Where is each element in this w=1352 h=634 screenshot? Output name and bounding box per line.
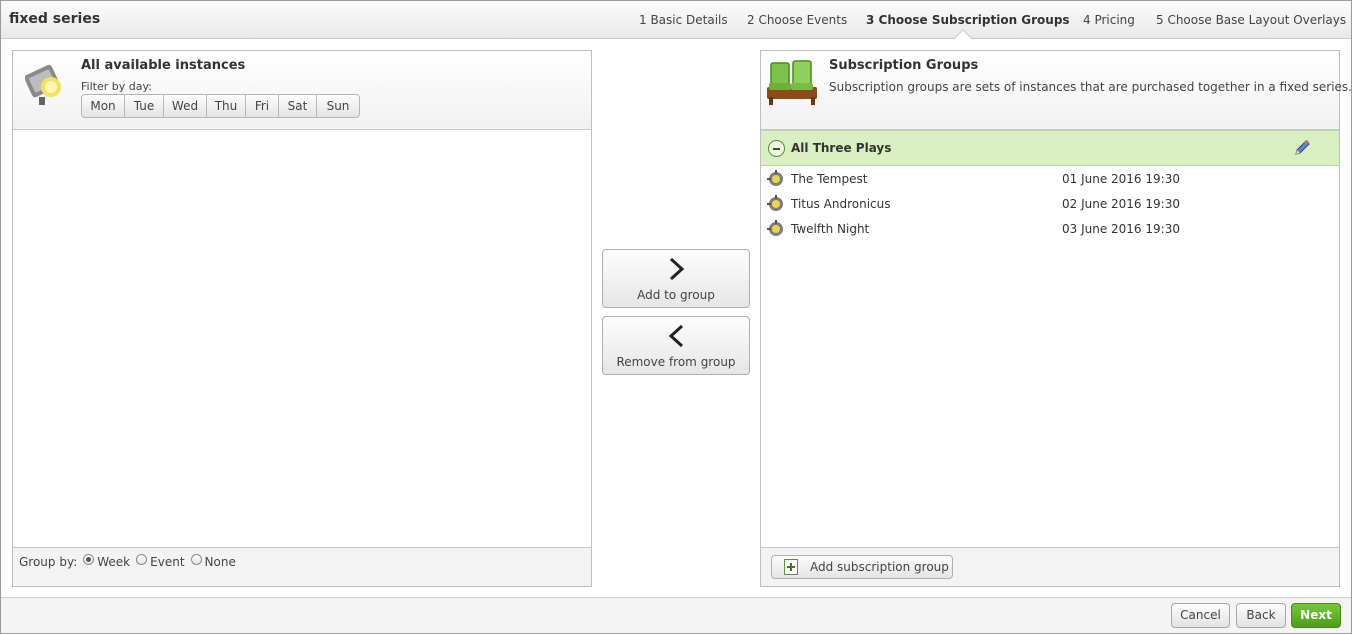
group-by-event-radio[interactable] [136, 553, 148, 565]
group-by-week-label[interactable]: Week [97, 555, 130, 569]
spotlight-icon [767, 220, 783, 236]
subscription-groups-panel: Subscription Groups Subscription groups … [760, 50, 1352, 587]
remove-from-group-label: Remove from group [616, 355, 736, 369]
group-by-event-label[interactable]: Event [150, 555, 184, 569]
group-by-none-label[interactable]: None [205, 555, 236, 569]
day-filter-fri[interactable]: Fri [246, 95, 279, 117]
pencil-icon[interactable] [1293, 139, 1311, 157]
chevron-right-icon [669, 257, 685, 281]
group-item-row[interactable]: Twelfth Night 03 June 2016 19:30 [761, 217, 1339, 242]
group-by-label: Group by: [19, 555, 78, 569]
available-instances-title: All available instances [81, 58, 246, 73]
available-instances-list[interactable] [13, 130, 591, 547]
group-by-row: Group by: Week Event None [19, 553, 236, 569]
day-filter-wed[interactable]: Wed [164, 95, 207, 117]
group-item-date: 01 June 2016 19:30 [1062, 172, 1180, 186]
day-filter-sat[interactable]: Sat [279, 95, 317, 117]
step-basic-details[interactable]: 1 Basic Details [639, 13, 728, 27]
step-choose-subscription-groups[interactable]: 3 Choose Subscription Groups [866, 13, 1070, 27]
add-to-group-button[interactable]: Add to group [602, 249, 750, 308]
available-instances-footer: Group by: Week Event None [13, 547, 591, 586]
add-document-icon [784, 559, 798, 575]
available-instances-panel: All available instances Filter by day: M… [12, 50, 592, 587]
add-subscription-group-button[interactable]: Add subscription group [771, 555, 953, 579]
spotlight-icon [767, 170, 783, 186]
wizard-window: fixed series 1 Basic Details 2 Choose Ev… [0, 0, 1352, 634]
back-button[interactable]: Back [1236, 603, 1286, 628]
step-choose-events[interactable]: 2 Choose Events [747, 13, 847, 27]
step-choose-base-layout-overlays[interactable]: 5 Choose Base Layout Overlays [1156, 13, 1346, 27]
remove-from-group-button[interactable]: Remove from group [602, 316, 750, 375]
group-item-row[interactable]: The Tempest 01 June 2016 19:30 [761, 167, 1339, 192]
day-filter-group: Mon Tue Wed Thu Fri Sat Sun [81, 94, 360, 118]
group-by-week-radio[interactable] [83, 553, 95, 565]
day-filter-sun[interactable]: Sun [317, 95, 359, 117]
group-item-date: 03 June 2016 19:30 [1062, 222, 1180, 236]
group-item-row[interactable]: Titus Andronicus 02 June 2016 19:30 [761, 192, 1339, 217]
subscription-group-header[interactable]: All Three Plays [761, 130, 1339, 166]
group-item-name: Twelfth Night [791, 222, 870, 236]
group-item-date: 02 June 2016 19:30 [1062, 197, 1180, 211]
add-to-group-label: Add to group [637, 288, 715, 302]
theatre-seats-icon [767, 60, 817, 105]
subscription-groups-title: Subscription Groups [829, 58, 979, 73]
spotlight-icon [767, 195, 783, 211]
group-by-none-radio[interactable] [190, 553, 202, 565]
add-subscription-group-label: Add subscription group [810, 560, 949, 574]
subscription-group-name: All Three Plays [791, 141, 892, 155]
subscription-groups-description: Subscription groups are sets of instance… [829, 80, 1352, 94]
chevron-left-icon [668, 324, 684, 348]
group-item-name: The Tempest [791, 172, 868, 186]
subscription-groups-header: Subscription Groups Subscription groups … [761, 51, 1352, 130]
active-step-pointer [953, 29, 973, 49]
next-button[interactable]: Next [1291, 603, 1341, 628]
collapse-icon[interactable] [768, 140, 785, 157]
available-instances-header: All available instances Filter by day: M… [13, 51, 591, 130]
wizard-header: fixed series 1 Basic Details 2 Choose Ev… [1, 1, 1351, 49]
step-pricing[interactable]: 4 Pricing [1083, 13, 1135, 27]
filter-by-day-label: Filter by day: [81, 80, 152, 93]
group-item-name: Titus Andronicus [791, 197, 891, 211]
spotlight-icon [25, 64, 61, 105]
day-filter-thu[interactable]: Thu [207, 95, 246, 117]
wizard-footer: Cancel Back Next [1, 597, 1351, 633]
subscription-groups-footer: Add subscription group [761, 547, 1339, 586]
cancel-button[interactable]: Cancel [1171, 603, 1230, 628]
day-filter-mon[interactable]: Mon [82, 95, 125, 117]
window-title: fixed series [9, 11, 101, 27]
day-filter-tue[interactable]: Tue [125, 95, 164, 117]
